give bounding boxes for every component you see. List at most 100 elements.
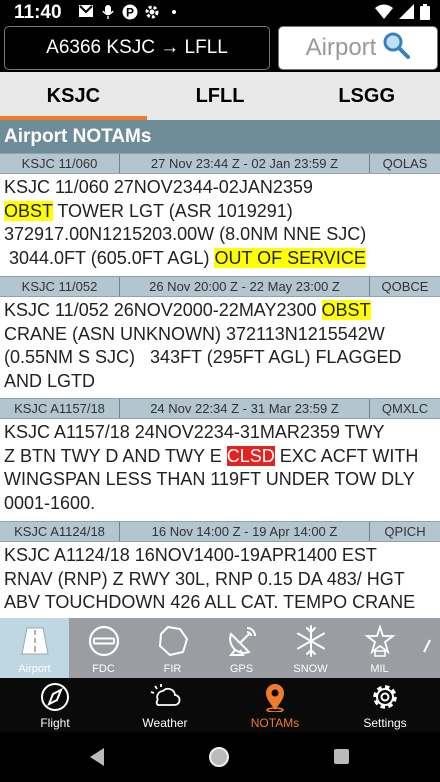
status-time: 11:40 xyxy=(14,2,62,23)
notam-text-segment: WINGSPAN LESS THAN 119FT UNDER TOW DLY xyxy=(4,469,415,489)
category-fdc-button[interactable]: FDC xyxy=(69,618,138,678)
svg-text:P: P xyxy=(126,6,134,20)
category-mil-button[interactable]: MIL xyxy=(345,618,414,678)
category-snow-button[interactable]: SNOW xyxy=(276,618,345,678)
notam-text-segment: KSJC 11/060 27NOV2344-02JAN2359 xyxy=(4,177,313,197)
fir-region-icon xyxy=(158,625,188,657)
category-fir-button[interactable]: FIR xyxy=(138,618,207,678)
notam-id: KSJC 11/052 xyxy=(0,277,120,296)
tab-ksjc[interactable]: KSJC xyxy=(0,72,147,120)
back-icon[interactable] xyxy=(88,747,106,767)
notam-line: KSJC 11/052 26NOV2000-22MAY2300 OBST xyxy=(4,299,436,323)
notam-text-segment: EXC ACFT WITH xyxy=(274,445,419,466)
notam-header-row: KSJC A1157/18 24 Nov 22:34 Z - 31 Mar 23… xyxy=(0,398,440,419)
notam-qcode: QMXLC xyxy=(381,401,429,416)
notam-id: KSJC 11/060 xyxy=(0,154,120,173)
gear-icon xyxy=(373,685,397,709)
app-header: A6366 KSJC → LFLL Airport xyxy=(0,24,440,72)
notam-text[interactable]: KSJC A1124/18 16NOV1400-19APR1400 EST RN… xyxy=(0,542,440,615)
more-categories-icon xyxy=(423,639,431,653)
recents-icon[interactable] xyxy=(333,748,350,765)
search-icon xyxy=(382,31,411,66)
airport-search-button[interactable]: Airport xyxy=(278,26,438,70)
notam-line: AND LGTD xyxy=(4,370,436,394)
section-title: Airport NOTAMs xyxy=(0,120,440,153)
nav-label: Flight xyxy=(40,716,70,730)
nav-weather[interactable]: Weather xyxy=(110,678,220,732)
route-selector-button[interactable]: A6366 KSJC → LFLL xyxy=(4,26,270,70)
highlight-keyword: CLSD xyxy=(226,445,275,466)
notam-text[interactable]: KSJC 11/052 26NOV2000-22MAY2300 OBST CRA… xyxy=(0,297,440,398)
notam-line: 372917.00N1215203.00W (8.0NM NNE SJC) xyxy=(4,223,436,247)
category-gps-button[interactable]: GPS xyxy=(207,618,276,678)
airport-runway-icon xyxy=(20,627,49,655)
notam-id: KSJC A1157/18 xyxy=(0,399,120,418)
tab-label: KSJC xyxy=(46,84,101,107)
notam-header-row: KSJC 11/060 27 Nov 23:44 Z - 02 Jan 23:5… xyxy=(0,153,440,174)
notam-text-segment: KSJC 11/052 26NOV2000-22MAY2300 xyxy=(4,300,322,320)
notam-category-toolbar: Airport FDC FIR GPS SNOW MIL xyxy=(0,618,440,678)
notam-line: 3044.0FT (605.0FT AGL) OUT OF SERVICE xyxy=(4,247,436,271)
bottom-navigation: Flight Weather NOTAMs Settings xyxy=(0,678,440,732)
notam-line: 0001-1600. xyxy=(4,492,436,516)
notification-icons: P xyxy=(78,4,182,20)
notam-text-segment: 3044.0FT (605.0FT AGL) xyxy=(4,247,215,268)
parking-icon: P xyxy=(122,4,138,20)
notam-text-segment: KSJC A1124/18 16NOV1400-19APR1400 EST xyxy=(4,545,377,565)
notam-line: Z BTN TWY D AND TWY E CLSD EXC ACFT WITH xyxy=(4,445,436,469)
notam-list[interactable]: Airport NOTAMs KSJC 11/060 27 Nov 23:44 … xyxy=(0,120,440,618)
nav-label: Settings xyxy=(363,716,407,730)
airport-tabs: KSJC LFLL LSGG xyxy=(0,72,440,120)
notam-header-row: KSJC 11/052 26 Nov 20:00 Z - 22 May 23:0… xyxy=(0,276,440,297)
notam-text[interactable]: KSJC 11/060 27NOV2344-02JAN2359 OBST TOW… xyxy=(0,174,440,276)
wifi-icon xyxy=(375,4,393,25)
notam-text[interactable]: KSJC A1157/18 24NOV2234-31MAR2359 TWY Z … xyxy=(0,419,440,521)
signal-icon xyxy=(399,4,414,25)
tab-lsgg[interactable]: LSGG xyxy=(293,72,440,120)
airport-button-label: Airport xyxy=(305,34,377,61)
category-label: FIR xyxy=(163,663,182,675)
route-label: A6366 KSJC → LFLL xyxy=(46,37,228,58)
tab-lfll[interactable]: LFLL xyxy=(147,72,294,120)
settings-badge-icon xyxy=(144,4,160,20)
nav-label: Weather xyxy=(142,716,188,730)
notam-text-segment: KSJC A1157/18 24NOV2234-31MAR2359 TWY xyxy=(4,422,385,442)
notam-id: KSJC A1124/18 xyxy=(0,522,120,541)
home-icon[interactable] xyxy=(208,746,230,768)
nav-settings[interactable]: Settings xyxy=(330,678,440,732)
notam-line: (0.55NM S SJC) 343FT (295FT AGL) FLAGGED xyxy=(4,346,436,370)
notam-text-segment: (0.55NM S SJC) 343FT (295FT AGL) FLAGGED xyxy=(4,347,402,367)
nav-flight[interactable]: Flight xyxy=(0,678,110,732)
gmail-icon xyxy=(78,4,94,20)
category-airport-button[interactable]: Airport xyxy=(0,618,69,678)
system-navigation-bar xyxy=(0,732,440,782)
compass-icon xyxy=(41,683,69,711)
notam-text-segment: 0001-1600. xyxy=(4,492,96,513)
nav-label: NOTAMs xyxy=(250,716,300,730)
notam-qcode: QOBCE xyxy=(381,279,429,294)
map-pin-icon xyxy=(266,684,284,712)
category-label: FDC xyxy=(92,663,115,675)
category-label: GPS xyxy=(229,663,254,675)
notam-text-segment: RNAV (RNP) Z RWY 30L, RNP 0.15 DA 483/ H… xyxy=(4,568,405,589)
highlight-keyword: OBST xyxy=(321,300,371,320)
category-label: SNOW xyxy=(293,663,328,675)
system-status-icons xyxy=(375,4,430,25)
notam-validity: 24 Nov 22:34 Z - 31 Mar 23:59 Z xyxy=(120,399,370,418)
notam-line: KSJC A1124/18 16NOV1400-19APR1400 EST xyxy=(4,544,436,568)
no-entry-icon xyxy=(88,625,119,657)
tab-label: LFLL xyxy=(195,84,245,107)
notam-line: CRANE (ASN UNKNOWN) 372113N1215542W xyxy=(4,323,436,347)
more-notifications-dot-icon xyxy=(166,4,182,20)
category-label: Airport xyxy=(18,663,51,675)
notam-qcode: QOLAS xyxy=(382,156,428,171)
toolbar-scroll-more[interactable] xyxy=(414,618,440,678)
nav-notams[interactable]: NOTAMs xyxy=(220,678,330,732)
notam-line: KSJC A1157/18 24NOV2234-31MAR2359 TWY xyxy=(4,421,436,445)
notam-validity: 27 Nov 23:44 Z - 02 Jan 23:59 Z xyxy=(120,154,370,173)
tab-label: LSGG xyxy=(338,84,396,107)
notam-text-segment: TOWER LGT (ASR 1019291) xyxy=(52,200,293,221)
notam-line: KSJC 11/060 27NOV2344-02JAN2359 xyxy=(4,176,436,200)
status-bar: 11:40 P xyxy=(0,0,440,24)
highlight-keyword: OUT OF SERVICE xyxy=(214,247,366,268)
